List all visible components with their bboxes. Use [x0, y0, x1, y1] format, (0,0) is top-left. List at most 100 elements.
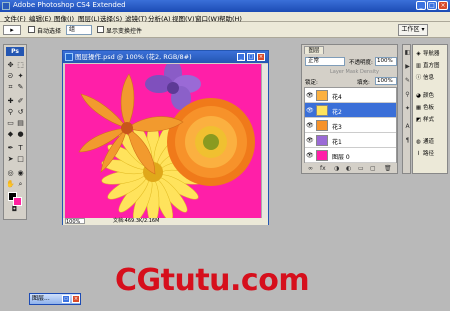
menu-bar: 文件(F) 编辑(E) 图像(I) 图层(L) 选择(S) 滤镜(T) 分析(A…	[0, 12, 450, 23]
panel-dock-strip: ◧ ▶ ✎ ⚲ ✦ A ¶	[402, 44, 411, 174]
brush-tool-icon[interactable]: ✐	[16, 97, 25, 106]
type-tool-icon[interactable]: T	[16, 144, 25, 153]
hand-tool-icon[interactable]: ✋	[6, 180, 15, 189]
layers-panel: 图层 正常 不透明度: 100% Layer Mask Density 锁定: …	[301, 44, 398, 174]
layer-row-selected[interactable]: 👁 花2	[305, 103, 396, 118]
paths-label: 路径	[423, 151, 435, 157]
tab-layers[interactable]: 图层	[304, 46, 324, 54]
adjustment-layer-icon[interactable]: ◐	[346, 165, 351, 172]
workspace-button[interactable]: 工作区 ▾	[398, 24, 428, 36]
blur-tool-icon[interactable]: ◆	[6, 130, 15, 139]
visibility-eye-icon[interactable]: 👁	[306, 107, 314, 114]
fill-field[interactable]: 100%	[375, 77, 397, 85]
visibility-eye-icon[interactable]: 👁	[306, 122, 314, 129]
minimize-window-button[interactable]: _	[416, 1, 426, 10]
eyedropper-tool-icon[interactable]: ✎	[16, 83, 25, 92]
healing-brush-tool-icon[interactable]: ✚	[6, 97, 15, 106]
lasso-tool-icon[interactable]: ᘐ	[6, 72, 15, 81]
channels-icon: ◍	[416, 139, 421, 145]
image-canvas[interactable]	[65, 64, 261, 218]
styles-panel-item[interactable]: ◩ 样式	[415, 115, 449, 125]
minimized-window-button[interactable]: 图层... ▭ ×	[29, 293, 81, 305]
layer-row[interactable]: 👁 花3	[305, 118, 396, 133]
3d-rotate-tool-icon[interactable]: ◎	[6, 169, 15, 178]
new-layer-icon[interactable]: ▢	[370, 165, 376, 172]
show-transform-checkbox[interactable]	[97, 26, 104, 33]
pen-tool-icon[interactable]: ✒	[6, 144, 15, 153]
tool-presets-panel-icon[interactable]: ✦	[404, 105, 411, 112]
info-panel-item[interactable]: ⓘ 信息	[415, 73, 449, 83]
layer-row[interactable]: 👁 花1	[305, 133, 396, 148]
histogram-panel-item[interactable]: ▥ 直方图	[415, 61, 449, 71]
magic-wand-tool-icon[interactable]: ✦	[16, 72, 25, 81]
visibility-eye-icon[interactable]: 👁	[306, 92, 314, 99]
paths-icon: ⌇	[417, 151, 420, 157]
dodge-tool-icon[interactable]: ●	[16, 130, 25, 139]
auto-select-dropdown[interactable]: 组	[66, 25, 92, 35]
3d-camera-tool-icon[interactable]: ◉	[16, 169, 25, 178]
blend-mode-select[interactable]: 正常	[305, 57, 345, 66]
brushes-panel-icon[interactable]: ✎	[404, 77, 411, 84]
visibility-eye-icon[interactable]: 👁	[306, 137, 314, 144]
visibility-eye-icon[interactable]: 👁	[306, 152, 314, 159]
channels-panel-item[interactable]: ◍ 通道	[415, 137, 449, 147]
clone-source-panel-icon[interactable]: ⚲	[404, 91, 411, 98]
move-tool-preset[interactable]: ▸	[3, 25, 21, 35]
layer-mask-density-label: Layer Mask Density	[330, 69, 380, 75]
gradient-tool-icon[interactable]: ▤	[16, 119, 25, 128]
paths-panel-item[interactable]: ⌇ 路径	[415, 149, 449, 159]
document-vertical-scrollbar[interactable]	[261, 64, 268, 218]
toolbox-panel: Ps ✥ ⬚ ᘐ ✦ ⌗ ✎ ✚ ✐ ⚲ ↺ ▭ ▤ ◆ ● ✒ T ➤ □ ◎…	[3, 44, 27, 220]
opacity-field[interactable]: 100%	[375, 57, 397, 66]
marquee-tool-icon[interactable]: ⬚	[16, 61, 25, 70]
quick-mask-icon[interactable]: ◘	[10, 205, 19, 214]
eraser-tool-icon[interactable]: ▭	[6, 119, 15, 128]
layer-row[interactable]: 👁 图层 0	[305, 148, 396, 163]
clone-stamp-tool-icon[interactable]: ⚲	[6, 108, 15, 117]
auto-select-label: 自动选择	[37, 28, 62, 35]
histogram-label: 直方图	[423, 63, 440, 69]
channels-label: 通道	[423, 139, 435, 145]
shape-tool-icon[interactable]: □	[16, 155, 25, 164]
right-panel-group: ◈ 导航器 ▥ 直方图 ⓘ 信息 ◕ 颜色 ▦ 色板 ◩ 样式 ◍ 通道 ⌇ 路径	[412, 44, 448, 174]
swatches-icon: ▦	[415, 105, 422, 111]
app-title: Adobe Photoshop CS4 Extended	[13, 1, 126, 9]
color-panel-item[interactable]: ◕ 颜色	[415, 91, 449, 101]
opacity-label: 不透明度:	[349, 60, 373, 66]
auto-select-checkbox[interactable]	[28, 26, 35, 33]
history-panel-icon[interactable]: ◧	[404, 49, 411, 56]
trash-icon[interactable]: 🗑	[384, 165, 392, 172]
doc-close-button[interactable]: ×	[257, 53, 265, 61]
character-panel-icon[interactable]: A	[404, 123, 411, 130]
flower-artwork	[78, 64, 255, 218]
color-icon: ◕	[416, 93, 421, 99]
restore-icon[interactable]: ▭	[62, 295, 70, 303]
maximize-window-button[interactable]: □	[427, 1, 437, 10]
crop-tool-icon[interactable]: ⌗	[6, 83, 15, 92]
new-group-icon[interactable]: ▭	[358, 165, 364, 172]
swatches-label: 色板	[423, 105, 435, 111]
layer-row[interactable]: 👁 花4	[305, 88, 396, 103]
document-size-info[interactable]: 文档:469.3K/2.16M	[113, 218, 159, 225]
history-brush-tool-icon[interactable]: ↺	[16, 108, 25, 117]
paragraph-panel-icon[interactable]: ¶	[404, 137, 411, 144]
actions-panel-icon[interactable]: ▶	[404, 63, 411, 70]
zoom-tool-icon[interactable]: ⌕	[16, 180, 25, 189]
swatches-panel-item[interactable]: ▦ 色板	[415, 103, 449, 113]
doc-maximize-button[interactable]: □	[247, 53, 255, 61]
layer-style-icon[interactable]: fx	[320, 165, 326, 172]
link-layers-icon[interactable]: ∞	[308, 165, 313, 172]
info-icon: ⓘ	[415, 75, 422, 81]
orange-dahlia	[167, 98, 255, 186]
layer-thumbnail	[316, 90, 328, 101]
minimized-window-label: 图层...	[32, 295, 50, 302]
move-tool-icon[interactable]: ✥	[6, 61, 15, 70]
close-icon[interactable]: ×	[72, 295, 80, 303]
background-color-swatch[interactable]	[13, 197, 22, 206]
navigator-panel-item[interactable]: ◈ 导航器	[415, 49, 449, 59]
close-window-button[interactable]: ×	[438, 1, 448, 10]
doc-minimize-button[interactable]: _	[237, 53, 245, 61]
zoom-field[interactable]: 100%	[65, 218, 85, 225]
layer-mask-icon[interactable]: ◑	[334, 165, 339, 172]
path-selection-tool-icon[interactable]: ➤	[6, 155, 15, 164]
